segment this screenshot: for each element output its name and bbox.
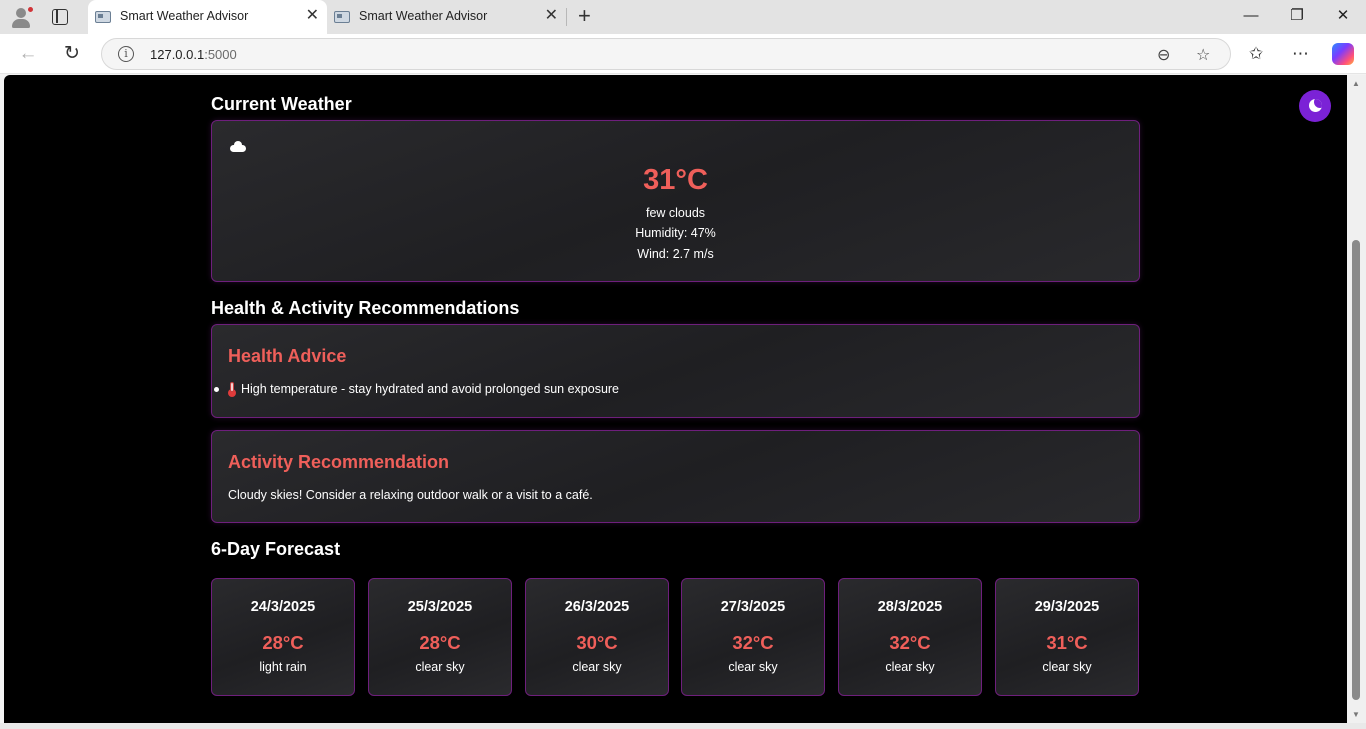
forecast-description: clear sky xyxy=(1042,660,1092,674)
forecast-temperature: 31°C xyxy=(1046,632,1088,653)
refresh-icon[interactable]: ↻ xyxy=(60,42,84,66)
forecast-description: light rain xyxy=(259,660,307,674)
window-bottom-edge xyxy=(0,723,1366,729)
browser-tab-bar: Smart Weather Advisor ✕ Smart Weather Ad… xyxy=(0,0,1366,34)
current-weather-heading: Current Weather xyxy=(211,94,352,114)
forecast-temperature: 28°C xyxy=(262,632,304,653)
scrollbar-thumb[interactable] xyxy=(1352,240,1360,700)
new-tab-icon[interactable]: + xyxy=(578,4,591,28)
activity-recommendation-card: Activity Recommendation Cloudy skies! Co… xyxy=(211,430,1140,523)
activity-recommendation-text: Cloudy skies! Consider a relaxing outdoo… xyxy=(228,488,593,502)
weather-description: few clouds xyxy=(645,206,706,220)
health-advice-card: Health Advice High temperature - stay hy… xyxy=(211,324,1140,418)
forecast-temperature: 30°C xyxy=(576,632,618,653)
thermometer-icon xyxy=(228,382,236,397)
health-advice-list: High temperature - stay hydrated and avo… xyxy=(212,382,619,397)
scroll-up-icon[interactable]: ▲ xyxy=(1352,79,1360,88)
forecast-day-card: 27/3/2025 32°C clear sky xyxy=(681,578,825,696)
browser-tab-active[interactable]: Smart Weather Advisor ✕ xyxy=(88,0,327,34)
tab-title: Smart Weather Advisor xyxy=(120,9,249,23)
restore-icon[interactable]: ❐ xyxy=(1274,6,1320,26)
forecast-temperature: 28°C xyxy=(419,632,461,653)
forecast-day-card: 29/3/2025 31°C clear sky xyxy=(995,578,1139,696)
forecast-temperature: 32°C xyxy=(732,632,774,653)
wind-text: Wind: 2.7 m/s xyxy=(637,247,714,261)
address-bar[interactable]: i 127.0.0.1:5000 ⊖ ☆ xyxy=(101,38,1231,70)
forecast-day-card: 24/3/2025 28°C light rain xyxy=(211,578,355,696)
profile-icon[interactable] xyxy=(10,6,34,28)
forecast-temperature: 32°C xyxy=(889,632,931,653)
tab-title: Smart Weather Advisor xyxy=(359,9,488,23)
page-scrollbar[interactable]: ▲ ▼ xyxy=(1347,75,1366,723)
browser-toolbar: ← ↻ i 127.0.0.1:5000 ⊖ ☆ ✩ ⋯ xyxy=(0,34,1366,74)
url-text: 127.0.0.1:5000 xyxy=(150,47,237,62)
minimize-icon[interactable]: — xyxy=(1228,6,1274,26)
forecast-description: clear sky xyxy=(728,660,778,674)
forecast-heading: 6-Day Forecast xyxy=(211,539,341,559)
tab-separator xyxy=(566,8,567,26)
list-item: High temperature - stay hydrated and avo… xyxy=(212,382,619,397)
forecast-description: clear sky xyxy=(572,660,622,674)
tab-actions-icon[interactable] xyxy=(52,9,68,25)
scroll-down-icon[interactable]: ▼ xyxy=(1352,710,1360,719)
recommendations-heading: Health & Activity Recommendations xyxy=(211,298,520,318)
forecast-description: clear sky xyxy=(415,660,465,674)
forecast-day-card: 26/3/2025 30°C clear sky xyxy=(525,578,669,696)
forecast-day-card: 25/3/2025 28°C clear sky xyxy=(368,578,512,696)
theme-toggle-button[interactable] xyxy=(1299,90,1331,122)
close-tab-icon[interactable]: ✕ xyxy=(545,8,558,24)
forecast-date: 26/3/2025 xyxy=(564,599,630,615)
forecast-date: 27/3/2025 xyxy=(720,599,786,615)
info-icon[interactable]: i xyxy=(118,46,134,62)
forecast-date: 24/3/2025 xyxy=(250,599,316,615)
health-advice-title: Health Advice xyxy=(228,346,347,366)
current-weather-card: 31°C few clouds Humidity: 47% Wind: 2.7 … xyxy=(211,120,1140,282)
favorite-star-icon[interactable]: ☆ xyxy=(1196,45,1210,65)
copilot-icon[interactable] xyxy=(1332,43,1354,65)
zoom-out-icon[interactable]: ⊖ xyxy=(1157,45,1170,65)
current-temperature: 31°C xyxy=(643,164,708,196)
close-tab-icon[interactable]: ✕ xyxy=(306,8,319,24)
browser-tab-inactive[interactable]: Smart Weather Advisor ✕ xyxy=(327,0,566,34)
page-favicon-icon xyxy=(334,11,350,23)
more-icon[interactable]: ⋯ xyxy=(1292,43,1309,65)
forecast-day-card: 28/3/2025 32°C clear sky xyxy=(838,578,982,696)
favorites-icon[interactable]: ✩ xyxy=(1249,43,1263,65)
moon-icon xyxy=(1309,99,1322,112)
page-viewport: Current Weather 31°C few clouds Humidity… xyxy=(4,75,1347,723)
forecast-date: 28/3/2025 xyxy=(877,599,943,615)
activity-recommendation-title: Activity Recommendation xyxy=(228,452,450,472)
close-icon[interactable]: ✕ xyxy=(1320,6,1366,26)
forecast-description: clear sky xyxy=(885,660,935,674)
humidity-text: Humidity: 47% xyxy=(635,226,716,240)
cloud-icon xyxy=(230,141,246,152)
forecast-date: 29/3/2025 xyxy=(1034,599,1100,615)
forecast-date: 25/3/2025 xyxy=(407,599,473,615)
page-favicon-icon xyxy=(95,11,111,23)
back-icon[interactable]: ← xyxy=(16,42,40,66)
